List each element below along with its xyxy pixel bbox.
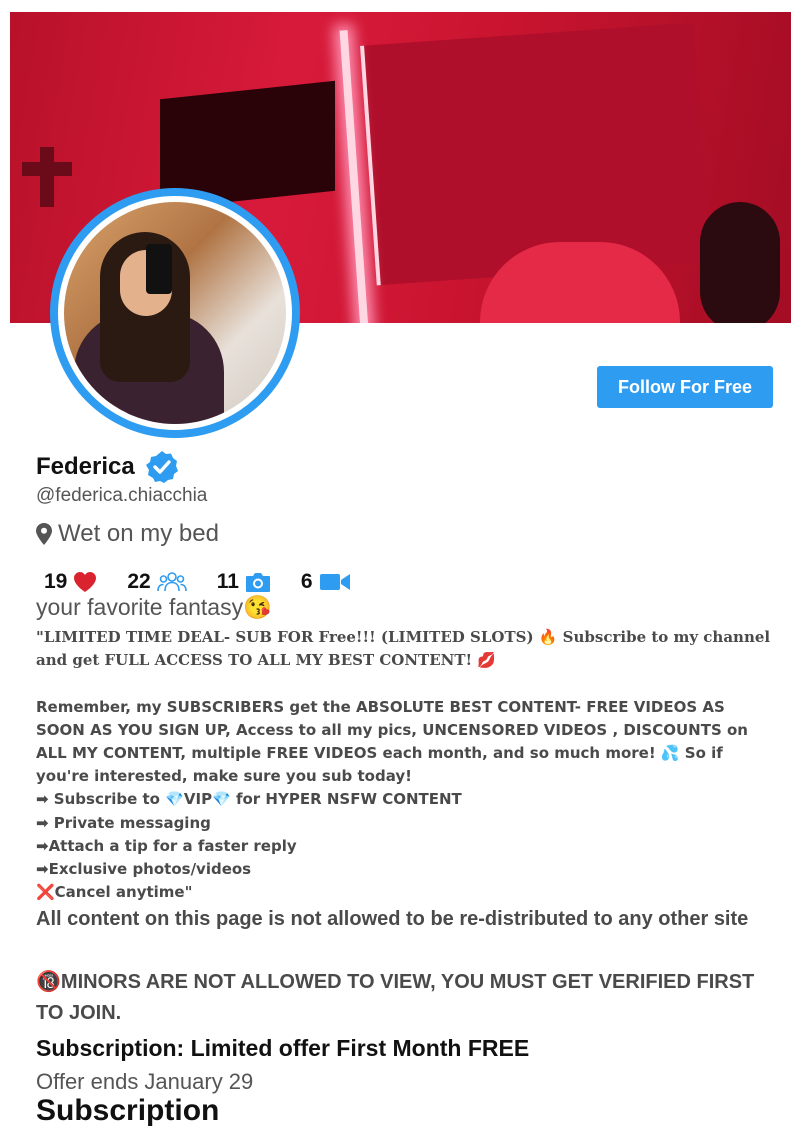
profile-name-row: Federica [36, 450, 179, 484]
follow-button[interactable]: Follow For Free [597, 366, 773, 408]
subscription-offer: Subscription: Limited offer First Month … [36, 1035, 530, 1061]
bio-bullet: ➡Exclusive photos/videos [36, 860, 252, 879]
bio-bullet: ➡ Subscribe to 💎VIP💎 for HYPER NSFW CONT… [36, 790, 462, 809]
stat-videos: 6 [301, 570, 351, 594]
stat-fans-value: 22 [127, 570, 151, 593]
location: Wet on my bed [36, 520, 219, 548]
avatar[interactable] [50, 188, 300, 438]
bio-bullet: ➡ Private messaging [36, 813, 211, 832]
profile-tagline: your favorite fantasy😘 [36, 594, 272, 620]
bio-intro: "LIMITED TIME DEAL- SUB FOR Free!!! (LIM… [36, 628, 776, 670]
stat-photos: 11 [217, 570, 271, 594]
camera-icon [245, 573, 270, 592]
stat-videos-value: 6 [300, 570, 313, 593]
profile-name: Federica [36, 453, 135, 480]
profile-bio: "LIMITED TIME DEAL- SUB FOR Free!!! (LIM… [36, 626, 776, 904]
location-text: Wet on my bed [58, 520, 219, 547]
redistribution-notice: All content on this page is not allowed … [36, 908, 749, 930]
heart-icon [74, 572, 97, 592]
video-camera-icon [319, 574, 350, 590]
verified-badge-icon [145, 451, 178, 483]
subscription-heading: Subscription [36, 1094, 220, 1127]
stat-fans: 22 [127, 570, 187, 594]
stat-likes: 19 [44, 570, 97, 594]
location-pin-icon [36, 523, 52, 545]
profile-stats: 19 22 11 6 [44, 570, 381, 594]
fans-icon [156, 572, 187, 592]
bio-paragraph: Remember, my SUBSCRIBERS get the ABSOLUT… [36, 697, 754, 786]
profile-handle: @federica.chiacchia [36, 485, 208, 506]
bio-bullet: ➡Attach a tip for a faster reply [36, 836, 297, 855]
minors-notice: 🔞MINORS ARE NOT ALLOWED TO VIEW, YOU MUS… [36, 971, 755, 1024]
stat-likes-value: 19 [44, 570, 68, 593]
stat-photos-value: 11 [216, 570, 239, 593]
offer-ends-text: Offer ends January 29 [36, 1069, 254, 1094]
bio-bullet: ❌Cancel anytime" [36, 883, 193, 902]
